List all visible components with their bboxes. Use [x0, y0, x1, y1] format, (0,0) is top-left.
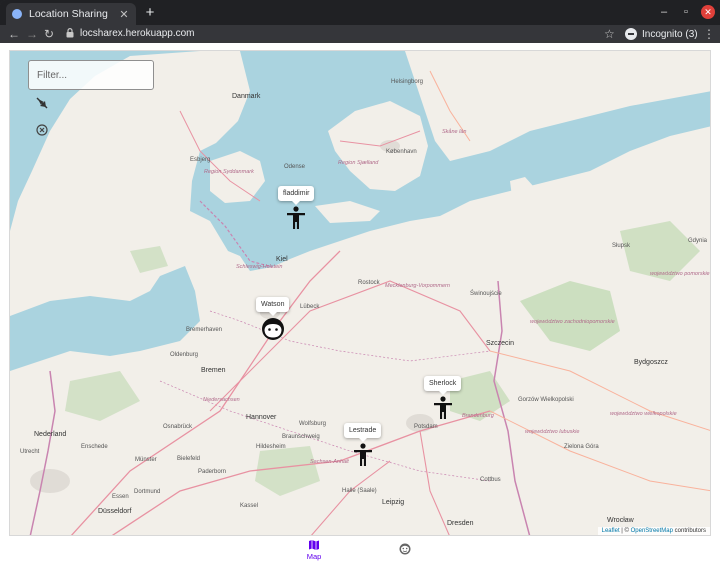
place-label: Bremerhaven [186, 327, 223, 333]
person-icon [287, 206, 306, 229]
bookmark-star-icon[interactable]: ☆ [604, 26, 615, 42]
nav-people[interactable] [385, 543, 425, 555]
place-label: Odense [284, 164, 306, 170]
place-label: Utrecht [20, 449, 40, 455]
reload-icon[interactable]: ↻ [42, 26, 56, 42]
place-label: Gdynia [688, 238, 708, 244]
place-label: Gorzów Wielkopolski [518, 397, 574, 403]
place-label: województwo zachodniopomorskie [530, 319, 615, 325]
map-icon [309, 540, 319, 550]
place-label: Nederland [34, 431, 67, 438]
tab-strip: Location Sharing ✕ + – ▫ ✕ [0, 0, 720, 25]
place-label: Potsdam [414, 424, 438, 430]
place-label: København [386, 149, 417, 155]
tab-title: Location Sharing [29, 8, 108, 20]
address-bar[interactable]: locsharex.herokuapp.com [80, 27, 195, 41]
back-icon[interactable]: ← [7, 26, 21, 42]
incognito-indicator[interactable]: Incognito (3) [625, 26, 698, 42]
place-label: województwo wielkopolskie [610, 411, 677, 417]
map[interactable]: Danmark Helsingborg København Odense Esb… [9, 50, 711, 536]
no-location-icon[interactable] [35, 96, 49, 110]
place-label: Lübeck [300, 304, 320, 310]
leaflet-link[interactable]: Leaflet [602, 528, 620, 534]
place-label: Region Syddanmark [204, 169, 254, 175]
attribution-separator: | © [619, 528, 631, 534]
person-icon [433, 396, 452, 419]
place-label: Kiel [276, 256, 288, 263]
place-label: Mecklenburg-Vorpommern [385, 283, 450, 289]
place-label: województwo lubuskie [525, 429, 580, 435]
place-label: Region Sjælland [338, 160, 379, 166]
place-label: Dresden [447, 520, 474, 527]
face-icon [261, 318, 284, 340]
place-label: Esbjerg [190, 157, 211, 163]
place-label: Cottbus [480, 477, 501, 483]
incognito-label: Incognito (3) [642, 28, 698, 40]
user-marker-fladdimir[interactable]: fladdimir [278, 186, 315, 230]
place-label: Hildesheim [256, 444, 286, 450]
new-tab-icon[interactable]: + [143, 4, 157, 22]
attribution-contributors: contributors [672, 528, 706, 534]
place-label: Bremen [201, 367, 226, 374]
place-label: województwo pomorskie [650, 271, 710, 277]
person-icon [353, 443, 372, 466]
place-label: Zielona Góra [564, 444, 599, 450]
place-label: Osnabrück [163, 424, 193, 430]
place-label: Hannover [246, 414, 277, 421]
browser-window: Location Sharing ✕ + – ▫ ✕ ← → ↻ locshar… [0, 0, 720, 570]
user-marker-lestrade[interactable]: Lestrade [344, 423, 382, 467]
place-label: Paderborn [198, 469, 227, 475]
place-label: Halle (Saale) [342, 488, 377, 494]
page-content: Danmark Helsingborg København Odense Esb… [0, 43, 720, 570]
place-label: Münster [135, 457, 157, 463]
place-label: Wolfsburg [299, 421, 326, 427]
nav-map-label: Map [306, 552, 322, 561]
place-label: Niedersachsen [203, 397, 240, 403]
bottom-navigation: Map [0, 536, 720, 570]
user-marker-sherlock[interactable]: Sherlock [424, 376, 462, 420]
place-label: Bydgoszcz [634, 359, 668, 366]
place-label: Danmark [232, 93, 261, 100]
window-close-icon[interactable]: ✕ [701, 5, 715, 19]
forward-icon[interactable]: → [25, 26, 39, 42]
place-label: Dortmund [134, 489, 161, 495]
minimize-icon[interactable]: – [657, 5, 671, 19]
place-label: Helsingborg [391, 79, 424, 85]
place-label: Kassel [240, 503, 259, 509]
place-label: Bielefeld [177, 456, 201, 462]
map-attribution: Leaflet | © OpenStreetMap contributors [597, 527, 710, 535]
incognito-icon [625, 28, 637, 40]
osm-link[interactable]: OpenStreetMap [631, 528, 673, 534]
place-label: Enschede [81, 444, 108, 450]
place-label: Szczecin [486, 340, 515, 347]
tab-close-icon[interactable]: ✕ [118, 8, 130, 21]
place-label: Słupsk [612, 243, 631, 249]
place-label: Leipzig [382, 499, 405, 506]
lock-icon [66, 28, 74, 38]
favicon-icon [12, 9, 22, 19]
filter-input[interactable] [28, 60, 154, 90]
marker-tooltip: Lestrade [344, 423, 382, 442]
browser-toolbar: ← → ↻ locsharex.herokuapp.com ☆ Incognit… [0, 25, 720, 43]
clear-circle-icon[interactable] [35, 123, 49, 137]
place-label: Essen [112, 494, 129, 500]
maximize-icon[interactable]: ▫ [679, 5, 693, 19]
place-label: Schleswig-Holstein [236, 264, 283, 270]
tab-location-sharing[interactable]: Location Sharing ✕ [6, 3, 136, 25]
face-group-icon [399, 543, 411, 555]
place-label: Świnoujście [470, 291, 502, 297]
place-label: Oldenburg [170, 352, 199, 358]
place-label: Braunschweig [282, 434, 320, 440]
browser-menu-icon[interactable]: ⋮ [703, 26, 715, 42]
place-label: Wrocław [607, 517, 634, 524]
user-marker-watson[interactable]: Watson [256, 297, 290, 341]
place-label: Skåne län [442, 129, 467, 135]
place-label: Düsseldorf [98, 508, 132, 515]
place-label: Brandenburg [462, 413, 494, 419]
nav-map[interactable]: Map [294, 539, 334, 561]
marker-tooltip: fladdimir [278, 186, 315, 205]
marker-tooltip: Sherlock [424, 376, 462, 395]
place-label: Rostock [358, 280, 380, 286]
marker-tooltip: Watson [256, 297, 290, 316]
